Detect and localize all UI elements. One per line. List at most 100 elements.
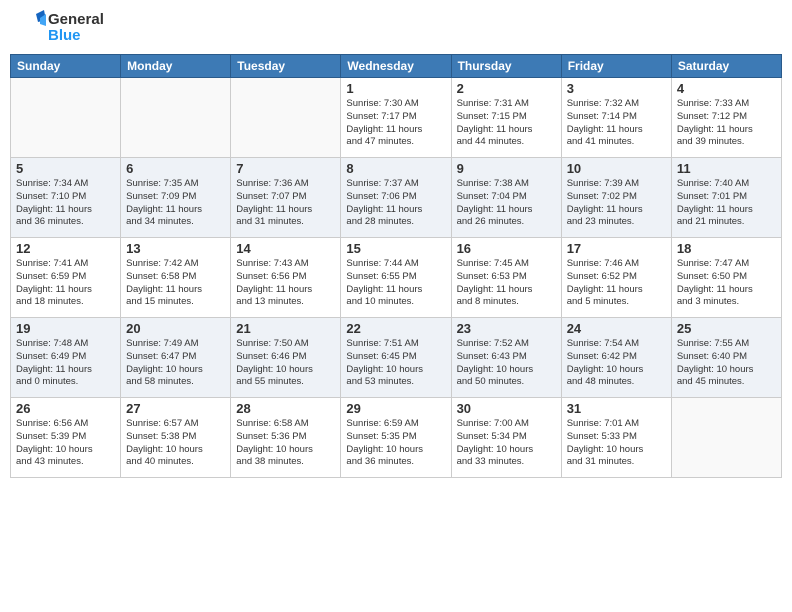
- day-number: 25: [677, 321, 776, 336]
- day-info: Sunrise: 7:32 AM Sunset: 7:14 PM Dayligh…: [567, 98, 666, 149]
- day-info: Sunrise: 6:56 AM Sunset: 5:39 PM Dayligh…: [16, 418, 115, 469]
- calendar-cell: 7Sunrise: 7:36 AM Sunset: 7:07 PM Daylig…: [231, 158, 341, 238]
- day-number: 12: [16, 241, 115, 256]
- week-row-3: 12 Sunrise: 7:41 AM Sunset: 6:59 PM Dayli…: [11, 238, 782, 318]
- calendar-cell: 9 Sunrise: 7:38 AM Sunset: 7:04 PM Daylig…: [451, 158, 561, 238]
- day-number: 21: [236, 321, 335, 336]
- calendar-cell: 29Sunrise: 6:59 AM Sunset: 5:35 PM Dayli…: [341, 398, 451, 478]
- day-info: Sunrise: 7:31 AM Sunset: 7:15 PM Dayligh…: [457, 98, 556, 149]
- page: General Blue SundayMondayTuesdayWednesda…: [0, 0, 792, 612]
- day-number: 17: [567, 241, 666, 256]
- calendar-cell: [121, 78, 231, 158]
- day-number: 15: [346, 241, 445, 256]
- day-info: Sunrise: 7:39 AM Sunset: 7:02 PM Dayligh…: [567, 178, 666, 229]
- day-info: Sunrise: 6:58 AM Sunset: 5:36 PM Dayligh…: [236, 418, 335, 469]
- calendar-cell: 6 Sunrise: 7:35 AM Sunset: 7:09 PM Daylig…: [121, 158, 231, 238]
- day-info: Sunrise: 7:51 AM Sunset: 6:45 PM Dayligh…: [346, 338, 445, 389]
- calendar-cell: 11 Sunrise: 7:40 AM Sunset: 7:01 PM Dayli…: [671, 158, 781, 238]
- day-number: 31: [567, 401, 666, 416]
- calendar-cell: 20 Sunrise: 7:49 AM Sunset: 6:47 PM Dayli…: [121, 318, 231, 398]
- calendar-cell: 4Sunrise: 7:33 AM Sunset: 7:12 PM Daylig…: [671, 78, 781, 158]
- calendar-cell: 22 Sunrise: 7:51 AM Sunset: 6:45 PM Dayli…: [341, 318, 451, 398]
- day-number: 27: [126, 401, 225, 416]
- day-info: Sunrise: 6:57 AM Sunset: 5:38 PM Dayligh…: [126, 418, 225, 469]
- day-number: 19: [16, 321, 115, 336]
- day-info: Sunrise: 7:50 AM Sunset: 6:46 PM Dayligh…: [236, 338, 335, 389]
- header-friday: Friday: [561, 55, 671, 78]
- calendar-cell: 25 Sunrise: 7:55 AM Sunset: 6:40 PM Dayli…: [671, 318, 781, 398]
- day-number: 29: [346, 401, 445, 416]
- day-info: Sunrise: 7:42 AM Sunset: 6:58 PM Dayligh…: [126, 258, 225, 309]
- logo-line1: General: [48, 12, 104, 29]
- day-number: 11: [677, 161, 776, 176]
- day-info: Sunrise: 7:48 AM Sunset: 6:49 PM Dayligh…: [16, 338, 115, 389]
- calendar-cell: 3 Sunrise: 7:32 AM Sunset: 7:14 PM Daylig…: [561, 78, 671, 158]
- calendar-cell: 5Sunrise: 7:34 AM Sunset: 7:10 PM Daylig…: [11, 158, 121, 238]
- week-row-1: 1 Sunrise: 7:30 AM Sunset: 7:17 PM Daylig…: [11, 78, 782, 158]
- day-number: 18: [677, 241, 776, 256]
- calendar-cell: 19 Sunrise: 7:48 AM Sunset: 6:49 PM Dayli…: [11, 318, 121, 398]
- calendar-cell: [231, 78, 341, 158]
- day-number: 20: [126, 321, 225, 336]
- week-row-4: 19 Sunrise: 7:48 AM Sunset: 6:49 PM Dayli…: [11, 318, 782, 398]
- day-number: 22: [346, 321, 445, 336]
- day-number: 14: [236, 241, 335, 256]
- header-thursday: Thursday: [451, 55, 561, 78]
- day-number: 6: [126, 161, 225, 176]
- calendar-cell: 1 Sunrise: 7:30 AM Sunset: 7:17 PM Daylig…: [341, 78, 451, 158]
- day-number: 1: [346, 81, 445, 96]
- calendar-cell: 17 Sunrise: 7:46 AM Sunset: 6:52 PM Dayli…: [561, 238, 671, 318]
- day-info: Sunrise: 7:37 AM Sunset: 7:06 PM Dayligh…: [346, 178, 445, 229]
- day-number: 4: [677, 81, 776, 96]
- day-info: Sunrise: 7:30 AM Sunset: 7:17 PM Dayligh…: [346, 98, 445, 149]
- calendar-header-row: SundayMondayTuesdayWednesdayThursdayFrid…: [11, 55, 782, 78]
- calendar-cell: 10 Sunrise: 7:39 AM Sunset: 7:02 PM Dayli…: [561, 158, 671, 238]
- week-row-5: 26 Sunrise: 6:56 AM Sunset: 5:39 PM Dayli…: [11, 398, 782, 478]
- header-wednesday: Wednesday: [341, 55, 451, 78]
- day-number: 7: [236, 161, 335, 176]
- logo: General Blue: [10, 10, 104, 46]
- calendar-cell: 15 Sunrise: 7:44 AM Sunset: 6:55 PM Dayli…: [341, 238, 451, 318]
- header-monday: Monday: [121, 55, 231, 78]
- day-info: Sunrise: 7:40 AM Sunset: 7:01 PM Dayligh…: [677, 178, 776, 229]
- header-tuesday: Tuesday: [231, 55, 341, 78]
- day-number: 13: [126, 241, 225, 256]
- calendar-cell: 12 Sunrise: 7:41 AM Sunset: 6:59 PM Dayli…: [11, 238, 121, 318]
- day-info: Sunrise: 7:55 AM Sunset: 6:40 PM Dayligh…: [677, 338, 776, 389]
- calendar-cell: 2Sunrise: 7:31 AM Sunset: 7:15 PM Daylig…: [451, 78, 561, 158]
- calendar-cell: [11, 78, 121, 158]
- day-number: 16: [457, 241, 556, 256]
- day-number: 30: [457, 401, 556, 416]
- day-number: 5: [16, 161, 115, 176]
- day-number: 3: [567, 81, 666, 96]
- calendar-cell: 31 Sunrise: 7:01 AM Sunset: 5:33 PM Dayli…: [561, 398, 671, 478]
- calendar-cell: 23 Sunrise: 7:52 AM Sunset: 6:43 PM Dayli…: [451, 318, 561, 398]
- calendar-cell: 21 Sunrise: 7:50 AM Sunset: 6:46 PM Dayli…: [231, 318, 341, 398]
- logo-svg: [10, 10, 46, 46]
- calendar-cell: 8Sunrise: 7:37 AM Sunset: 7:06 PM Daylig…: [341, 158, 451, 238]
- day-info: Sunrise: 7:35 AM Sunset: 7:09 PM Dayligh…: [126, 178, 225, 229]
- day-info: Sunrise: 7:00 AM Sunset: 5:34 PM Dayligh…: [457, 418, 556, 469]
- day-info: Sunrise: 7:46 AM Sunset: 6:52 PM Dayligh…: [567, 258, 666, 309]
- day-info: Sunrise: 7:52 AM Sunset: 6:43 PM Dayligh…: [457, 338, 556, 389]
- day-number: 23: [457, 321, 556, 336]
- calendar-cell: [671, 398, 781, 478]
- day-info: Sunrise: 7:41 AM Sunset: 6:59 PM Dayligh…: [16, 258, 115, 309]
- calendar-cell: 30 Sunrise: 7:00 AM Sunset: 5:34 PM Dayli…: [451, 398, 561, 478]
- header: General Blue: [10, 10, 782, 46]
- day-info: Sunrise: 7:49 AM Sunset: 6:47 PM Dayligh…: [126, 338, 225, 389]
- day-info: Sunrise: 7:45 AM Sunset: 6:53 PM Dayligh…: [457, 258, 556, 309]
- day-info: Sunrise: 7:43 AM Sunset: 6:56 PM Dayligh…: [236, 258, 335, 309]
- day-info: Sunrise: 7:01 AM Sunset: 5:33 PM Dayligh…: [567, 418, 666, 469]
- calendar-cell: 27 Sunrise: 6:57 AM Sunset: 5:38 PM Dayli…: [121, 398, 231, 478]
- calendar-cell: 14 Sunrise: 7:43 AM Sunset: 6:56 PM Dayli…: [231, 238, 341, 318]
- calendar-cell: 24Sunrise: 7:54 AM Sunset: 6:42 PM Dayli…: [561, 318, 671, 398]
- day-info: Sunrise: 7:54 AM Sunset: 6:42 PM Dayligh…: [567, 338, 666, 389]
- day-number: 26: [16, 401, 115, 416]
- calendar-table: SundayMondayTuesdayWednesdayThursdayFrid…: [10, 54, 782, 478]
- day-info: Sunrise: 7:38 AM Sunset: 7:04 PM Dayligh…: [457, 178, 556, 229]
- calendar-cell: 18Sunrise: 7:47 AM Sunset: 6:50 PM Dayli…: [671, 238, 781, 318]
- day-info: Sunrise: 7:44 AM Sunset: 6:55 PM Dayligh…: [346, 258, 445, 309]
- day-number: 10: [567, 161, 666, 176]
- day-number: 9: [457, 161, 556, 176]
